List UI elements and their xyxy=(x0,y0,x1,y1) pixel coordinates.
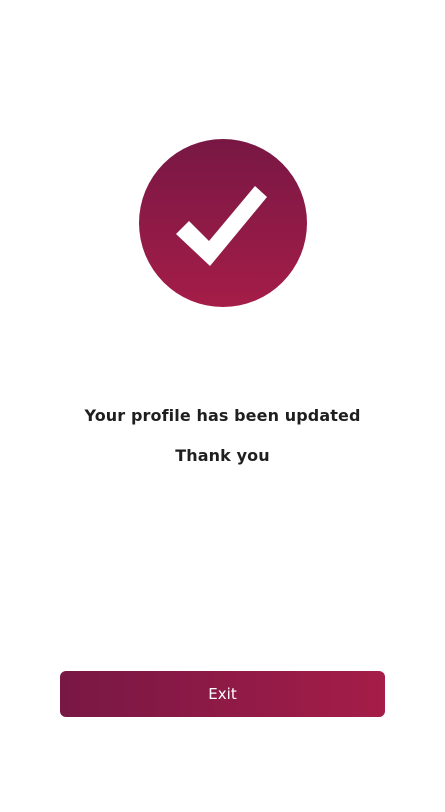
success-badge xyxy=(139,139,307,307)
exit-button[interactable]: Exit xyxy=(60,671,385,717)
success-message: Your profile has been updated xyxy=(84,406,361,425)
thank-you-message: Thank you xyxy=(175,446,270,465)
checkmark-icon xyxy=(176,186,267,266)
